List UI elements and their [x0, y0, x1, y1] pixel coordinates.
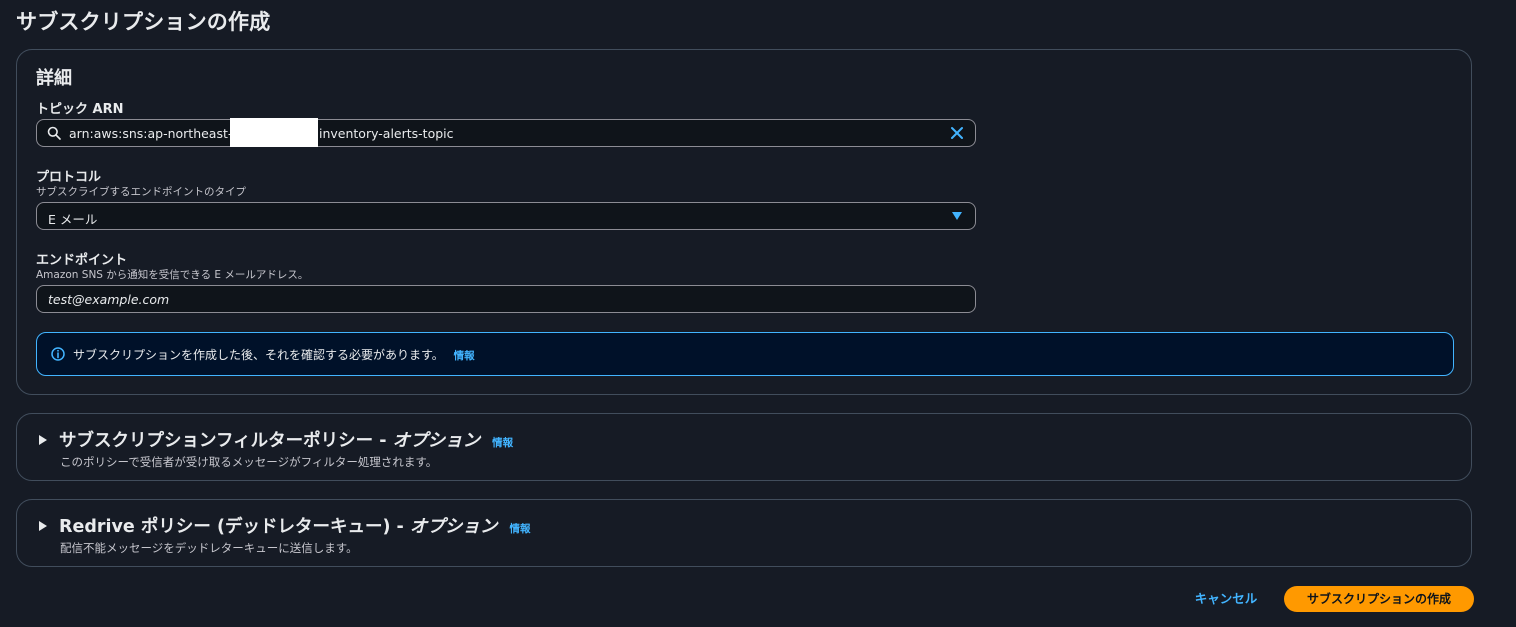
info-icon [51, 347, 65, 361]
endpoint-input[interactable]: test@example.com [36, 285, 976, 313]
details-heading: 詳細 [36, 68, 72, 89]
caret-right-icon [39, 435, 47, 445]
protocol-selected-value: E メール [48, 212, 98, 227]
cancel-button[interactable]: キャンセル [1190, 586, 1262, 612]
filter-policy-expander[interactable]: サブスクリプションフィルターポリシー - オプション 情報 このポリシーで受信者… [16, 413, 1472, 481]
caret-right-icon [39, 521, 47, 531]
filter-policy-info-link[interactable]: 情報 [492, 437, 513, 449]
close-icon[interactable] [949, 125, 965, 141]
filter-policy-description: このポリシーで受信者が受け取るメッセージがフィルター処理されます。 [60, 455, 438, 469]
redrive-policy-title-text: Redrive ポリシー (デッドレターキュー) - [59, 517, 410, 537]
info-alert: サブスクリプションを作成した後、それを確認する必要があります。 情報 [36, 332, 1454, 376]
endpoint-description: Amazon SNS から通知を受信できる E メールアドレス。 [36, 269, 309, 281]
redrive-policy-info-link[interactable]: 情報 [510, 523, 531, 535]
alert-message: サブスクリプションを作成した後、それを確認する必要があります。 情報 [73, 346, 475, 363]
caret-down-icon [952, 212, 962, 220]
filter-policy-title: サブスクリプションフィルターポリシー - オプション 情報 [59, 427, 513, 452]
topic-arn-suffix: inventory-alerts-topic [319, 126, 454, 141]
alert-text: サブスクリプションを作成した後、それを確認する必要があります。 [73, 348, 444, 362]
search-icon [47, 126, 61, 140]
redrive-policy-optional: オプション [409, 517, 498, 537]
redrive-policy-title: Redrive ポリシー (デッドレターキュー) - オプション 情報 [59, 513, 531, 538]
topic-arn-prefix: arn:aws:sns:ap-northeast-1:1 [69, 126, 253, 141]
endpoint-label: エンドポイント [36, 253, 128, 268]
page-title: サブスクリプションの作成 [16, 10, 271, 34]
redacted-account-id [230, 118, 318, 147]
protocol-label: プロトコル [36, 170, 102, 185]
protocol-select[interactable]: E メール [36, 202, 976, 230]
details-panel: 詳細 トピック ARN arn:aws:sns:ap-northeast-1:1… [16, 49, 1472, 395]
alert-info-link[interactable]: 情報 [454, 350, 475, 362]
topic-arn-field[interactable]: arn:aws:sns:ap-northeast-1:1 inventory-a… [36, 118, 976, 147]
redrive-policy-expander[interactable]: Redrive ポリシー (デッドレターキュー) - オプション 情報 配信不能… [16, 499, 1472, 567]
redrive-policy-description: 配信不能メッセージをデッドレターキューに送信します。 [60, 541, 358, 555]
protocol-description: サブスクライブするエンドポイントのタイプ [36, 186, 246, 198]
filter-policy-optional: オプション [392, 431, 481, 451]
filter-policy-title-text: サブスクリプションフィルターポリシー - [59, 431, 393, 451]
endpoint-placeholder: test@example.com [48, 292, 170, 307]
topic-arn-label: トピック ARN [36, 102, 124, 117]
create-subscription-button[interactable]: サブスクリプションの作成 [1284, 586, 1474, 612]
